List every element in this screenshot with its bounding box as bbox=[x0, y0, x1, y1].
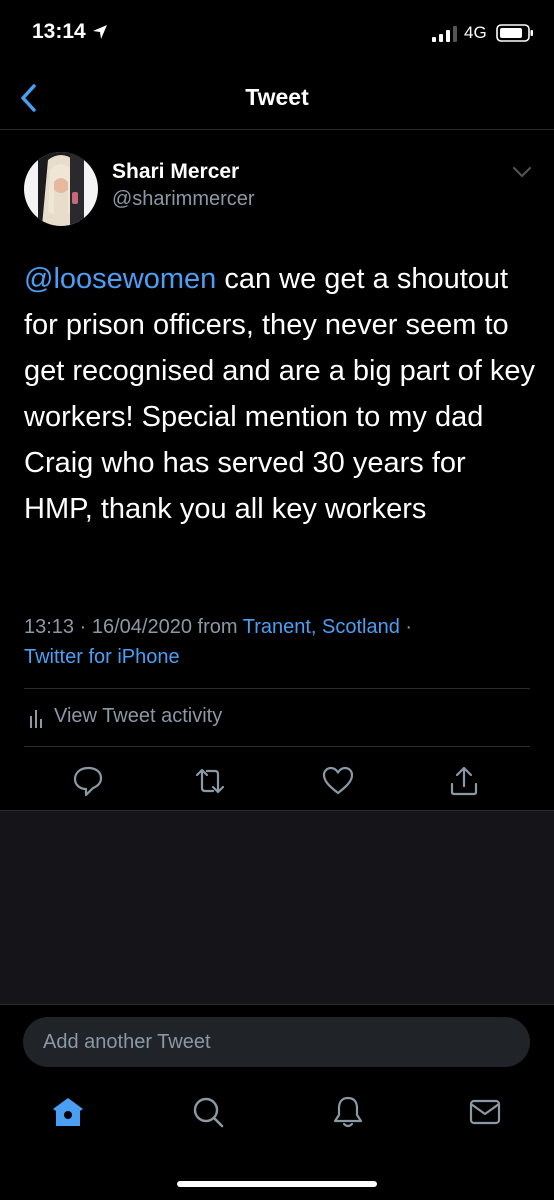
from-label: from bbox=[191, 616, 243, 638]
tweet-body-text: can we get a shoutout for prison officer… bbox=[24, 263, 536, 525]
search-icon[interactable] bbox=[190, 1094, 226, 1130]
page-title: Tweet bbox=[245, 84, 309, 110]
replies-area bbox=[0, 810, 554, 1004]
reply-icon[interactable] bbox=[71, 764, 105, 798]
meta-separator-2: · bbox=[399, 616, 413, 638]
add-tweet-input[interactable]: Add another Tweet bbox=[23, 1017, 530, 1067]
tweet-time: 13:13 bbox=[24, 616, 75, 638]
status-time: 13:14 bbox=[32, 20, 86, 43]
tweet-actions bbox=[0, 760, 554, 804]
meta-separator: · bbox=[74, 616, 92, 638]
nav-bar: Tweet bbox=[0, 66, 554, 130]
source-link[interactable]: Twitter for iPhone bbox=[24, 646, 180, 668]
home-icon[interactable] bbox=[50, 1094, 86, 1130]
author-display-name[interactable]: Shari Mercer bbox=[112, 160, 239, 184]
status-bar: 13:14 4G bbox=[0, 0, 554, 66]
tweet-text: @loosewomen can we get a shoutout for pr… bbox=[24, 256, 539, 532]
avatar[interactable] bbox=[24, 152, 98, 226]
location-arrow-icon bbox=[93, 25, 107, 39]
location-link[interactable]: Tranent, Scotland bbox=[243, 616, 400, 638]
divider bbox=[24, 688, 530, 689]
activity-label: View Tweet activity bbox=[54, 705, 223, 727]
battery-icon bbox=[496, 24, 533, 42]
author-handle[interactable]: @sharimmercer bbox=[112, 188, 255, 211]
messages-icon[interactable] bbox=[467, 1094, 503, 1130]
share-icon[interactable] bbox=[447, 764, 481, 798]
notifications-icon[interactable] bbox=[330, 1094, 366, 1130]
like-icon[interactable] bbox=[321, 764, 355, 798]
home-indicator[interactable] bbox=[177, 1181, 377, 1187]
network-label: 4G bbox=[464, 23, 487, 42]
tweet-meta: 13:13 · 16/04/2020 from Tranent, Scotlan… bbox=[24, 612, 534, 672]
tweet-date: 16/04/2020 bbox=[91, 616, 192, 638]
signal-icon bbox=[432, 26, 457, 42]
retweet-icon[interactable] bbox=[193, 764, 227, 798]
divider bbox=[24, 746, 530, 747]
compose-bar: Add another Tweet bbox=[0, 1004, 554, 1080]
chevron-down-icon[interactable] bbox=[510, 164, 534, 180]
activity-chart-icon bbox=[30, 710, 42, 728]
mention-link[interactable]: @loosewomen bbox=[24, 263, 216, 295]
